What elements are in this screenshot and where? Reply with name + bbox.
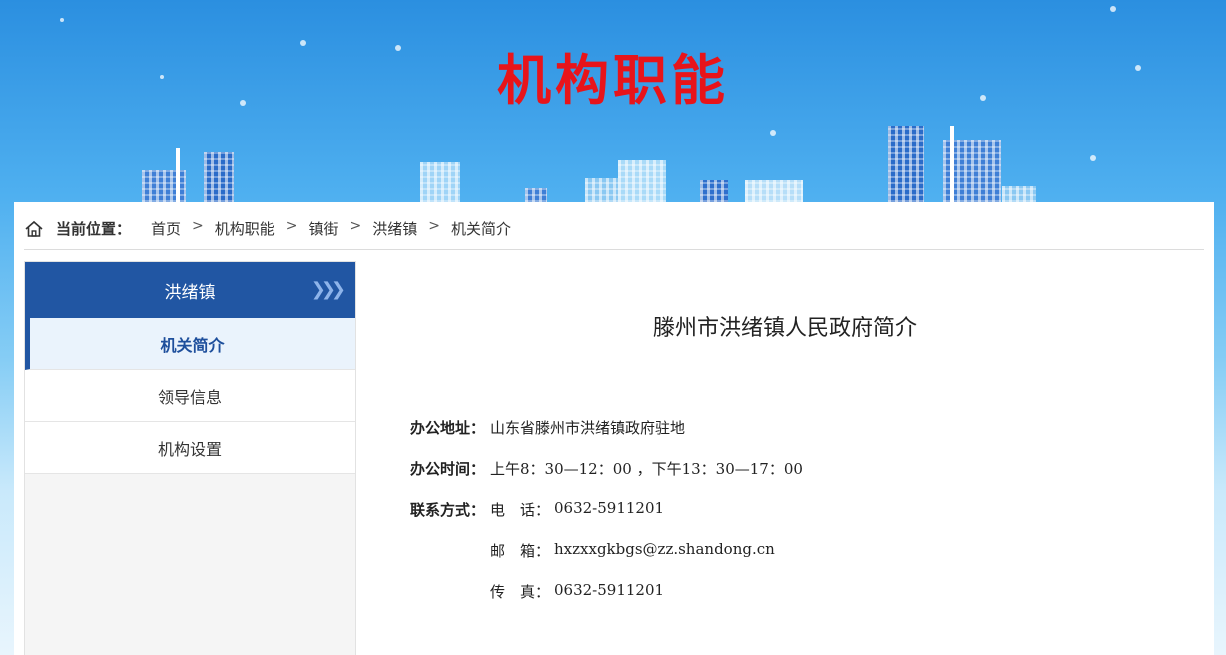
sidebar-item-structure[interactable]: 机构设置 bbox=[25, 422, 355, 474]
breadcrumb-town-link[interactable]: 洪绪镇 bbox=[372, 218, 417, 239]
phone-value: 0632-5911201 bbox=[554, 499, 665, 517]
phone-label: 电 话： bbox=[490, 501, 551, 519]
email-row: 邮 箱： hxzxxgkbgs@zz.shandong.cn bbox=[410, 540, 775, 561]
breadcrumb-current[interactable]: 机关简介 bbox=[451, 218, 511, 239]
breadcrumb-home-link[interactable]: 首页 bbox=[151, 218, 181, 239]
chevron-right-icon: ❯❯❯ bbox=[310, 279, 346, 300]
breadcrumb-separator: > bbox=[285, 218, 298, 234]
address-row: 办公地址： 山东省滕州市洪绪镇政府驻地 bbox=[410, 417, 685, 438]
sidebar-item-label: 机构设置 bbox=[157, 439, 222, 459]
breadcrumb-functions-link[interactable]: 机构职能 bbox=[215, 218, 275, 239]
address-label: 办公地址： bbox=[410, 419, 486, 437]
email-label: 邮 箱： bbox=[490, 542, 551, 560]
breadcrumb: 当前位置： 首页 > 机构职能 > 镇街 > 洪绪镇 > 机关简介 bbox=[24, 218, 1204, 250]
content-panel: 当前位置： 首页 > 机构职能 > 镇街 > 洪绪镇 > 机关简介 洪绪镇 ❯❯… bbox=[14, 202, 1214, 655]
sidebar-item-label: 领导信息 bbox=[157, 387, 222, 407]
sidebar: 洪绪镇 ❯❯❯ 机关简介 领导信息 机构设置 bbox=[24, 261, 356, 655]
banner-title: 机构职能 bbox=[497, 48, 729, 112]
breadcrumb-separator: > bbox=[428, 218, 441, 234]
hours-value: 上午8：30—12：00 ，下午13：30—17：00 bbox=[490, 460, 803, 478]
breadcrumb-separator: > bbox=[192, 218, 204, 234]
hours-label: 办公时间： bbox=[410, 460, 486, 478]
sidebar-item-leaders[interactable]: 领导信息 bbox=[25, 370, 355, 422]
sidebar-heading: 洪绪镇 ❯❯❯ bbox=[25, 262, 355, 318]
hours-row: 办公时间： 上午8：30—12：00 ，下午13：30—17：00 bbox=[410, 458, 803, 479]
contact-row: 联系方式： 电 话： 0632-5911201 bbox=[410, 499, 664, 520]
breadcrumb-label: 当前位置： bbox=[56, 220, 132, 238]
sidebar-item-intro[interactable]: 机关简介 bbox=[25, 318, 355, 370]
sidebar-item-label: 机关简介 bbox=[160, 335, 225, 355]
fax-row: 传 真： 0632-5911201 bbox=[410, 581, 664, 602]
email-value[interactable]: hxzxxgkbgs@zz.shandong.cn bbox=[554, 540, 775, 561]
address-value: 山东省滕州市洪绪镇政府驻地 bbox=[490, 419, 686, 437]
home-icon bbox=[25, 220, 43, 237]
fax-value: 0632-5911201 bbox=[554, 581, 665, 599]
fax-label: 传 真： bbox=[490, 583, 551, 601]
contact-label: 联系方式： bbox=[410, 501, 486, 519]
article-title: 滕州市洪绪镇人民政府简介 bbox=[652, 316, 917, 341]
breadcrumb-towns-link[interactable]: 镇街 bbox=[309, 218, 339, 239]
sidebar-heading-label: 洪绪镇 bbox=[164, 282, 216, 303]
breadcrumb-separator: > bbox=[349, 218, 362, 234]
